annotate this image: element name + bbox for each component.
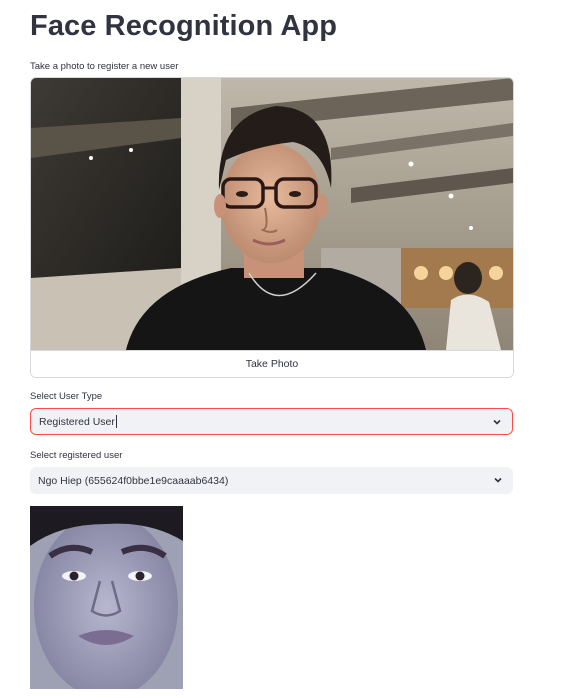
app-page: Face Recognition App Take a photo to reg… (0, 0, 562, 698)
user-type-label: Select User Type (30, 391, 103, 402)
registered-user-photo (30, 506, 183, 689)
camera-input: Take Photo (30, 77, 514, 378)
chevron-down-icon[interactable] (492, 417, 502, 427)
camera-label: Take a photo to register a new user (30, 61, 179, 72)
user-type-select[interactable]: Registered User (30, 408, 513, 435)
registered-user-select[interactable]: Ngo Hiep (655624f0bbe1e9caaaab6434) (30, 467, 513, 494)
registered-user-value: Ngo Hiep (655624f0bbe1e9caaaab6434) (38, 474, 229, 487)
user-type-value: Registered User (39, 415, 115, 428)
registered-user-label: Select registered user (30, 450, 123, 461)
text-cursor (115, 415, 117, 428)
take-photo-button[interactable]: Take Photo (31, 350, 513, 377)
camera-feed (31, 78, 513, 350)
page-title: Face Recognition App (30, 10, 338, 42)
chevron-down-icon[interactable] (493, 475, 503, 485)
